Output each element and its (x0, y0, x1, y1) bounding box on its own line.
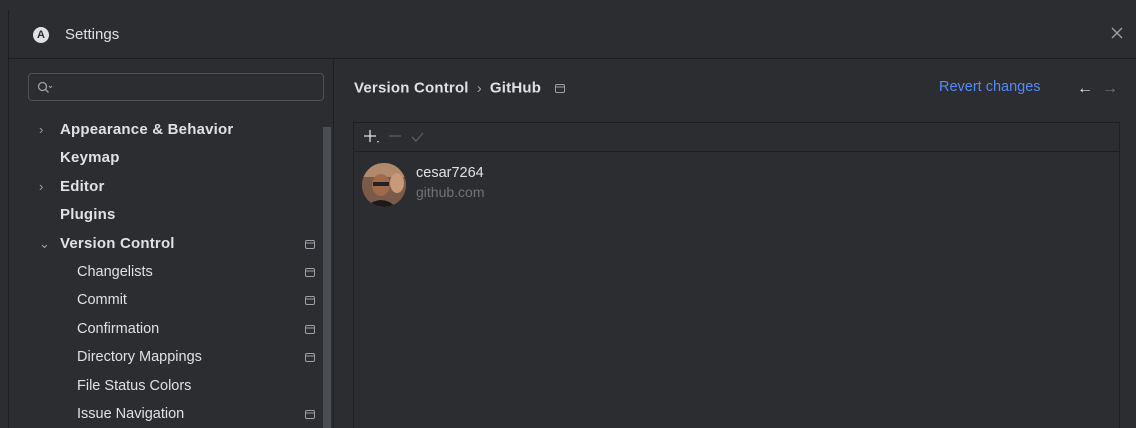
set-default-account-button[interactable] (408, 127, 428, 147)
account-server: github.com (416, 184, 485, 200)
account-username: cesar7264 (416, 165, 484, 181)
tree-item-issue-navigation[interactable]: Issue Navigation (9, 400, 321, 428)
tree-item-label: Commit (77, 292, 127, 309)
project-level-icon (305, 296, 315, 306)
accounts-toolbar (354, 123, 1119, 152)
tree-item-label: Appearance & Behavior (60, 121, 234, 138)
chevron-down-icon[interactable]: ⌄ (39, 230, 51, 258)
revert-changes-link[interactable]: Revert changes (939, 79, 1041, 95)
chevron-right-icon[interactable]: › (39, 116, 51, 144)
minus-icon (389, 135, 401, 137)
tree-item-label: Changelists (77, 263, 153, 280)
forward-arrow-icon[interactable]: → (1102, 80, 1118, 98)
tree-item-editor[interactable]: › Editor (9, 173, 321, 201)
back-arrow-icon[interactable]: ← (1077, 80, 1093, 98)
tree-item-file-status-colors[interactable]: File Status Colors (9, 372, 321, 400)
settings-dialog: A Settings › Appearance & Behavior Keyma… (8, 10, 1136, 428)
plus-icon (364, 130, 379, 143)
app-logo-icon: A (33, 27, 49, 43)
tree-item-label: Version Control (60, 234, 175, 252)
tree-item-label: Directory Mappings (77, 349, 202, 366)
settings-tree: › Appearance & Behavior Keymap › Editor … (9, 116, 321, 428)
close-icon (1111, 27, 1123, 39)
breadcrumb-separator: › (476, 79, 482, 97)
check-icon (411, 132, 424, 142)
account-row[interactable]: cesar7264 github.com (354, 159, 1119, 211)
tree-item-changelists[interactable]: Changelists (9, 258, 321, 286)
settings-sidebar: › Appearance & Behavior Keymap › Editor … (9, 59, 333, 428)
project-level-icon (305, 324, 315, 334)
screen-top-edge (0, 0, 1136, 10)
chevron-right-icon[interactable]: › (39, 173, 51, 201)
github-accounts-list: cesar7264 github.com (353, 122, 1120, 428)
tree-item-commit[interactable]: Commit (9, 286, 321, 314)
project-level-icon (555, 83, 566, 93)
search-input[interactable] (55, 77, 319, 99)
tree-item-label: File Status Colors (77, 377, 192, 394)
tree-item-label: Editor (60, 177, 105, 195)
avatar (362, 163, 406, 207)
sidebar-scrollbar[interactable] (323, 127, 331, 428)
tree-item-directory-mappings[interactable]: Directory Mappings (9, 343, 321, 371)
close-button[interactable] (1107, 23, 1127, 43)
search-field[interactable] (28, 73, 324, 101)
title-bar: A Settings (9, 10, 1136, 59)
dialog-title: Settings (65, 26, 120, 43)
project-level-icon (305, 409, 315, 419)
settings-content: Version Control › GitHub Revert changes ← … (334, 59, 1136, 428)
tree-item-confirmation[interactable]: Confirmation (9, 315, 321, 343)
project-level-icon (305, 353, 315, 363)
background-ide (0, 0, 8, 428)
breadcrumb-version-control[interactable]: Version Control (354, 80, 469, 97)
project-level-icon (305, 239, 315, 249)
tree-item-version-control[interactable]: ⌄ Version Control (9, 230, 321, 258)
tree-item-label: Keymap (60, 149, 120, 167)
tree-item-appearance-behavior[interactable]: › Appearance & Behavior (9, 116, 321, 144)
remove-account-button[interactable] (386, 127, 406, 147)
tree-item-label: Issue Navigation (77, 405, 185, 422)
tree-item-label: Confirmation (77, 320, 160, 337)
tree-item-label: Plugins (60, 206, 116, 224)
project-level-icon (305, 267, 315, 277)
add-account-button[interactable] (362, 127, 382, 147)
breadcrumb: Version Control › GitHub (354, 79, 566, 97)
tree-item-plugins[interactable]: Plugins (9, 201, 321, 229)
tree-item-keymap[interactable]: Keymap (9, 144, 321, 172)
search-icon (37, 81, 53, 93)
breadcrumb-github: GitHub (489, 79, 542, 97)
